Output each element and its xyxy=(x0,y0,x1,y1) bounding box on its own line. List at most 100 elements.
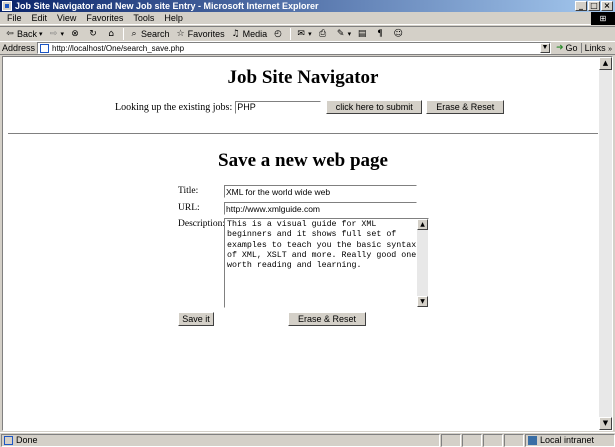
submit-button[interactable]: click here to submit xyxy=(326,100,423,114)
scroll-down-icon[interactable]: ▼ xyxy=(417,296,428,307)
stop-icon: ⊗ xyxy=(71,29,79,39)
home-button[interactable]: ⌂ xyxy=(103,29,121,39)
ie-icon xyxy=(2,1,12,11)
edit-icon: ✎ xyxy=(336,29,345,39)
description-textarea[interactable]: This is a visual guide for XML beginners… xyxy=(224,218,429,308)
page-icon xyxy=(40,43,50,53)
messenger-button[interactable]: ☺ xyxy=(390,29,408,39)
media-button[interactable]: ♫ Media xyxy=(228,29,271,39)
mail-dropdown-icon: ▾ xyxy=(308,31,312,38)
menu-tools[interactable]: Tools xyxy=(128,13,159,23)
favorites-icon: ☆ xyxy=(176,29,185,39)
home-icon: ⌂ xyxy=(108,29,114,39)
url-input[interactable]: http://www.xmlguide.com xyxy=(224,202,417,215)
menu-view[interactable]: View xyxy=(52,13,81,23)
maximize-button[interactable]: □ xyxy=(588,1,600,11)
lookup-row: Looking up the existing jobs: click here… xyxy=(115,100,505,114)
back-arrow-icon: ⇦ xyxy=(6,29,14,39)
forward-dropdown-icon: ▾ xyxy=(60,31,65,38)
status-cell xyxy=(441,433,461,447)
page-scrollbar[interactable]: ▲ ▼ xyxy=(599,57,612,430)
status-cell xyxy=(462,433,482,447)
stop-button[interactable]: ⊗ xyxy=(67,29,85,39)
url-label: URL: xyxy=(178,203,200,213)
links-button[interactable]: Links » xyxy=(580,43,615,53)
toolbar: ⇦ Back ▾ ⇨ ▾ ⊗ ↻ ⌂ ⌕ Search ☆ Favorites … xyxy=(0,26,615,41)
save-title: Save a new web page xyxy=(218,150,388,171)
go-label: Go xyxy=(565,43,578,53)
page-content: Job Site Navigator Looking up the existi… xyxy=(3,57,600,430)
minimize-button[interactable]: _ xyxy=(575,1,587,11)
research-button[interactable]: ¶ xyxy=(372,29,390,39)
go-arrow-icon: ➜ xyxy=(556,43,564,53)
windows-logo-icon: ⊞ xyxy=(591,12,615,25)
address-dropdown-icon[interactable]: ▼ xyxy=(540,43,550,53)
lookup-reset-button[interactable]: Erase & Reset xyxy=(426,100,505,114)
address-label: Address xyxy=(2,43,36,53)
media-label: Media xyxy=(242,29,268,39)
history-icon: ◴ xyxy=(274,29,283,39)
divider xyxy=(8,133,598,135)
menu-favorites[interactable]: Favorites xyxy=(81,13,128,23)
description-text: This is a visual guide for XML beginners… xyxy=(227,220,422,271)
print-button[interactable]: ⎙ xyxy=(315,29,333,39)
address-input[interactable]: http://localhost/One/search_save.php ▼ xyxy=(37,42,551,54)
discuss-icon: ▤ xyxy=(357,29,367,39)
address-bar: Address http://localhost/One/search_save… xyxy=(0,41,615,55)
forward-arrow-icon: ⇨ xyxy=(49,29,58,39)
title-bar: Job Site Navigator and New Job site Entr… xyxy=(0,0,615,12)
zone-label: Local intranet xyxy=(540,435,595,445)
history-button[interactable]: ◴ xyxy=(270,29,288,39)
lookup-input[interactable] xyxy=(235,100,322,114)
page-scroll-down-icon[interactable]: ▼ xyxy=(599,417,612,430)
favorites-button[interactable]: ☆ Favorites xyxy=(173,29,228,39)
forward-button[interactable]: ⇨ ▾ xyxy=(46,29,68,39)
page-viewport: Job Site Navigator Looking up the existi… xyxy=(2,56,613,431)
status-cell xyxy=(504,433,524,447)
discuss-button[interactable]: ▤ xyxy=(354,29,372,39)
go-button[interactable]: ➜ Go xyxy=(553,43,581,53)
menu-file[interactable]: File xyxy=(2,13,27,23)
menu-help[interactable]: Help xyxy=(159,13,188,23)
print-icon: ⎙ xyxy=(319,29,327,39)
erase-reset-button[interactable]: Erase & Reset xyxy=(288,312,366,326)
edit-button[interactable]: ✎ ▾ xyxy=(333,29,355,39)
scroll-up-icon[interactable]: ▲ xyxy=(417,219,428,230)
search-button[interactable]: ⌕ Search xyxy=(126,29,173,39)
toolbar-separator xyxy=(123,28,125,40)
page-scroll-up-icon[interactable]: ▲ xyxy=(599,57,612,70)
description-scrollbar[interactable]: ▲ ▼ xyxy=(417,219,428,307)
back-button[interactable]: ⇦ Back ▾ xyxy=(2,29,46,39)
intranet-icon xyxy=(528,435,537,445)
menu-bar: File Edit View Favorites Tools Help ⊞ xyxy=(0,12,615,25)
page-title: Job Site Navigator xyxy=(227,67,379,88)
back-label: Back xyxy=(17,29,38,39)
security-zone: Local intranet xyxy=(525,433,615,447)
favorites-label: Favorites xyxy=(187,29,225,39)
links-chevron-icon: » xyxy=(608,46,612,53)
messenger-icon: ☺ xyxy=(393,29,403,39)
media-icon: ♫ xyxy=(231,29,240,39)
lookup-label: Looking up the existing jobs: xyxy=(115,101,233,113)
toolbar-separator xyxy=(290,28,292,40)
mail-button[interactable]: ✉ ▾ xyxy=(293,29,315,39)
save-button[interactable]: Save it xyxy=(178,312,214,326)
refresh-button[interactable]: ↻ xyxy=(85,29,103,39)
browser-window: Job Site Navigator and New Job site Entr… xyxy=(0,0,615,447)
refresh-icon: ↻ xyxy=(89,29,97,39)
title-input[interactable]: XML for the world wide web xyxy=(224,185,417,198)
window-title: Job Site Navigator and New Job site Entr… xyxy=(15,1,319,11)
status-text: Done xyxy=(16,435,38,445)
title-label: Title: xyxy=(178,186,199,196)
search-label: Search xyxy=(141,29,170,39)
status-page-icon xyxy=(4,435,13,445)
close-button[interactable]: × xyxy=(601,1,613,11)
mail-icon: ✉ xyxy=(297,29,305,39)
research-icon: ¶ xyxy=(377,29,383,39)
menu-edit[interactable]: Edit xyxy=(27,13,53,23)
links-label: Links xyxy=(584,43,606,53)
description-label: Description: xyxy=(178,219,225,229)
edit-dropdown-icon: ▾ xyxy=(347,31,352,38)
search-icon: ⌕ xyxy=(131,29,137,39)
status-bar: Done Local intranet xyxy=(0,432,615,447)
